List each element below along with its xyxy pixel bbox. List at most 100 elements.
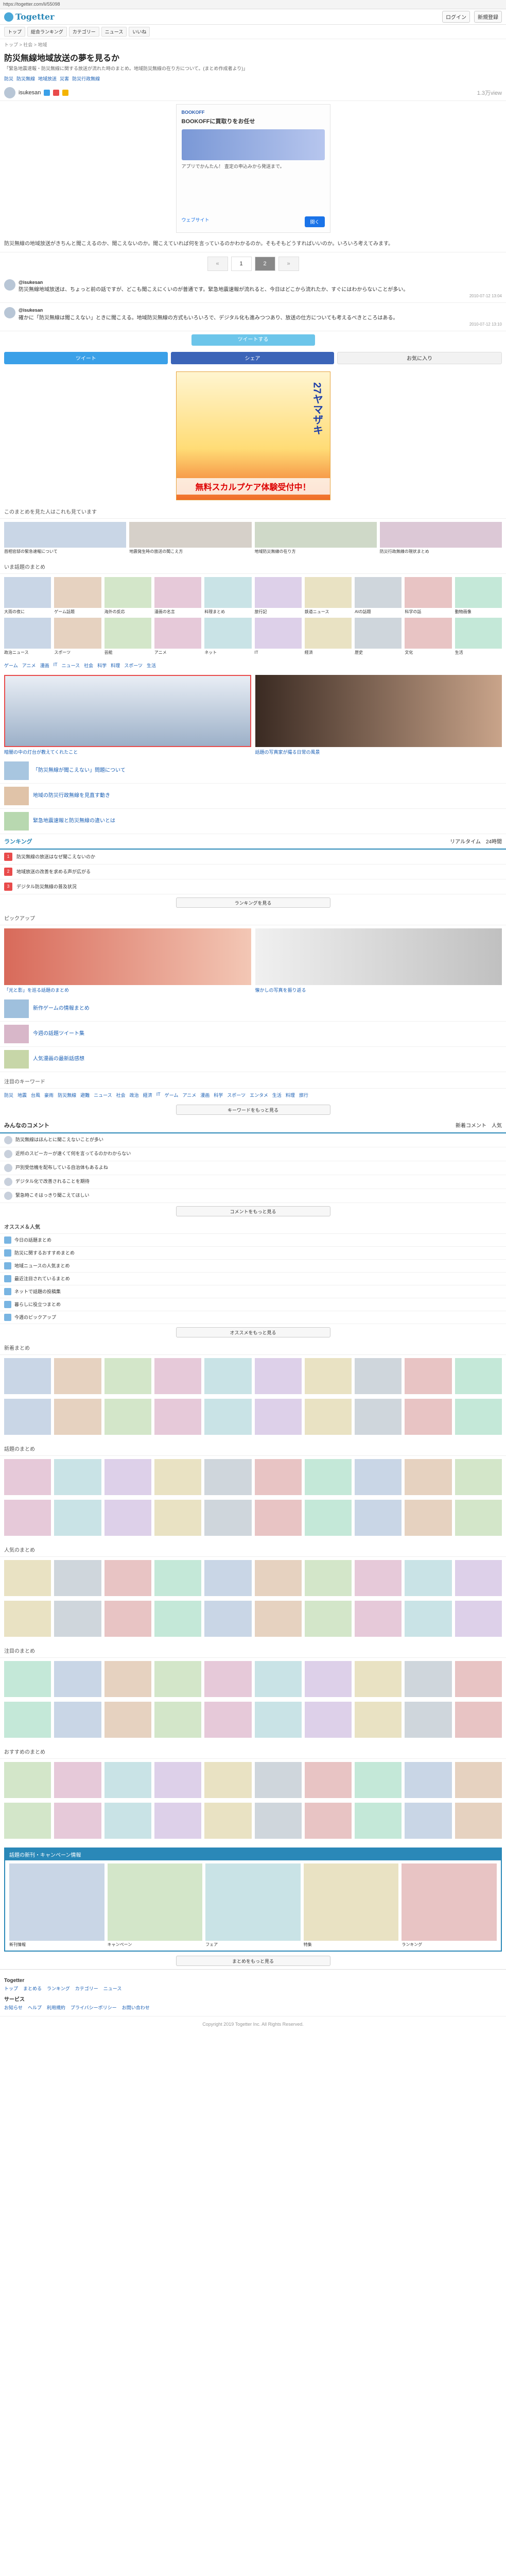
article-card[interactable] — [254, 1358, 302, 1396]
keyword-link[interactable]: 料理 — [111, 662, 120, 669]
keyword-link[interactable]: ゲーム — [165, 1092, 179, 1098]
avatar[interactable] — [4, 1191, 12, 1200]
article-card[interactable] — [204, 1701, 252, 1739]
article-card[interactable] — [455, 1660, 502, 1699]
tab-popular-comments[interactable]: 人気 — [492, 1121, 502, 1129]
article-card[interactable] — [104, 1398, 151, 1436]
trending-card[interactable]: 料理まとめ — [204, 577, 252, 615]
tag[interactable]: 防災行政無線 — [72, 75, 100, 82]
trending-card[interactable]: 歴史 — [355, 618, 402, 655]
keyword-link[interactable]: ニュース — [94, 1092, 112, 1098]
article-card[interactable] — [304, 1560, 352, 1598]
pager-next[interactable]: » — [278, 256, 299, 271]
url-bar[interactable]: https://togetter.com/li/55098 — [0, 0, 506, 9]
article-card[interactable] — [4, 1802, 51, 1840]
keyword-link[interactable]: 漫画 — [200, 1092, 210, 1098]
footer-link[interactable]: ランキング — [47, 1985, 70, 1992]
feature-card[interactable]: 暗闇の中の灯台が教えてくれたこと — [4, 674, 251, 755]
article-card[interactable] — [304, 1398, 352, 1436]
footer-link[interactable]: ニュース — [103, 1985, 122, 1992]
article-card[interactable] — [204, 1459, 252, 1497]
grid-more-button[interactable]: まとめをもっと見る — [176, 1956, 330, 1967]
tab-realtime[interactable]: リアルタイム — [450, 837, 481, 845]
article-card[interactable] — [154, 1761, 202, 1800]
article-card[interactable] — [204, 1499, 252, 1537]
ranking-row[interactable]: 3 デジタル防災無線の普及状況 — [0, 879, 506, 894]
article-card[interactable] — [154, 1398, 202, 1436]
tag[interactable]: 地域放送 — [38, 75, 57, 82]
list-item[interactable]: 今週の話題ツイート集 — [0, 1022, 506, 1047]
article-card[interactable] — [254, 1600, 302, 1638]
logo[interactable]: Togetter — [4, 12, 55, 22]
article-card[interactable] — [355, 1802, 402, 1840]
comment-row[interactable]: 近所のスピーカーが遠くて何を言ってるのかわからない — [0, 1147, 506, 1161]
article-card[interactable] — [254, 1499, 302, 1537]
pager-page-1[interactable]: 1 — [231, 256, 252, 271]
article-card[interactable] — [455, 1802, 502, 1840]
article-card[interactable] — [204, 1398, 252, 1436]
nav-item-news[interactable]: ニュース — [101, 27, 127, 37]
tweet-user[interactable]: @isukesan — [19, 307, 502, 314]
article-card[interactable] — [254, 1398, 302, 1436]
trending-card[interactable]: 動物画像 — [455, 577, 502, 615]
article-card[interactable] — [254, 1660, 302, 1699]
manga-ad[interactable]: 27ヤマザキ 無料スカルプケア体験受付中！ — [176, 371, 330, 500]
osusume-row[interactable]: 今日の話題まとめ — [0, 1234, 506, 1247]
article-card[interactable] — [104, 1761, 151, 1800]
comment-row[interactable]: 緊急時こそはっきり聞こえてほしい — [0, 1189, 506, 1203]
article-card[interactable] — [355, 1459, 402, 1497]
login-button[interactable]: ログイン — [442, 11, 470, 23]
article-card[interactable] — [405, 1600, 452, 1638]
article-card[interactable] — [104, 1600, 151, 1638]
article-card[interactable] — [54, 1459, 101, 1497]
article-card[interactable] — [455, 1560, 502, 1598]
footer-link[interactable]: ヘルプ — [28, 2004, 42, 2011]
keyword-link[interactable]: 防災 — [4, 1092, 13, 1098]
osusume-row[interactable]: ネットで話題の投稿集 — [0, 1285, 506, 1298]
keyword-link[interactable]: 政治 — [130, 1092, 139, 1098]
article-card[interactable] — [154, 1560, 202, 1598]
list-item[interactable]: 新作ゲームの情報まとめ — [0, 996, 506, 1022]
keyword-link[interactable]: スポーツ — [124, 662, 143, 669]
trending-card[interactable]: スポーツ — [54, 618, 101, 655]
article-card[interactable] — [154, 1358, 202, 1396]
trending-card[interactable]: 文化 — [405, 618, 452, 655]
nav-item-likes[interactable]: いいね — [129, 27, 150, 37]
article-card[interactable] — [204, 1358, 252, 1396]
article-card[interactable] — [254, 1802, 302, 1840]
ranking-row[interactable]: 1 防災無線の放送はなぜ聞こえないのか — [0, 850, 506, 865]
article-card[interactable] — [304, 1459, 352, 1497]
article-card[interactable] — [355, 1600, 402, 1638]
ranking-row[interactable]: 2 地域放送の改善を求める声が広がる — [0, 865, 506, 879]
ad-banner[interactable]: BOOKOFF BOOKOFFに買取りをお任せ アプリでかんたん！ 査定の申込み… — [176, 104, 330, 233]
recommend-card[interactable]: 防災行政無線の現状まとめ — [379, 521, 502, 554]
banner-card[interactable]: キャンペーン — [107, 1863, 203, 1947]
trending-card[interactable]: ネット — [204, 618, 252, 655]
banner-card[interactable]: ランキング — [402, 1863, 497, 1947]
article-card[interactable] — [405, 1459, 452, 1497]
pager-page-2[interactable]: 2 — [254, 256, 275, 271]
trending-card[interactable]: AIの話題 — [355, 577, 402, 615]
article-card[interactable] — [355, 1398, 402, 1436]
avatar[interactable] — [4, 279, 15, 291]
article-card[interactable] — [455, 1398, 502, 1436]
article-card[interactable] — [304, 1499, 352, 1537]
tag[interactable]: 災害 — [60, 75, 69, 82]
article-card[interactable] — [204, 1560, 252, 1598]
keyword-link[interactable]: 防災無線 — [58, 1092, 76, 1098]
article-card[interactable] — [4, 1761, 51, 1800]
share-facebook-button[interactable]: シェア — [170, 351, 335, 364]
avatar[interactable] — [4, 1177, 12, 1186]
nav-item-ranking[interactable]: 総合ランキング — [27, 27, 67, 37]
footer-link[interactable]: お問い合わせ — [122, 2004, 150, 2011]
pickup-card[interactable]: 懐かしの写真を振り返る — [255, 928, 502, 993]
comment-row[interactable]: 戸別受信機を配布している自治体もあるよね — [0, 1161, 506, 1175]
article-card[interactable] — [355, 1660, 402, 1699]
ad-open-button[interactable]: 開く — [305, 216, 325, 227]
list-item[interactable]: 地域の防災行政無線を見直す動き — [0, 784, 506, 809]
article-card[interactable] — [304, 1660, 352, 1699]
osusume-more-button[interactable]: オススメをもっと見る — [176, 1327, 330, 1337]
article-card[interactable] — [355, 1701, 402, 1739]
banner-card[interactable]: 特集 — [303, 1863, 399, 1947]
footer-link[interactable]: 利用規約 — [47, 2004, 65, 2011]
